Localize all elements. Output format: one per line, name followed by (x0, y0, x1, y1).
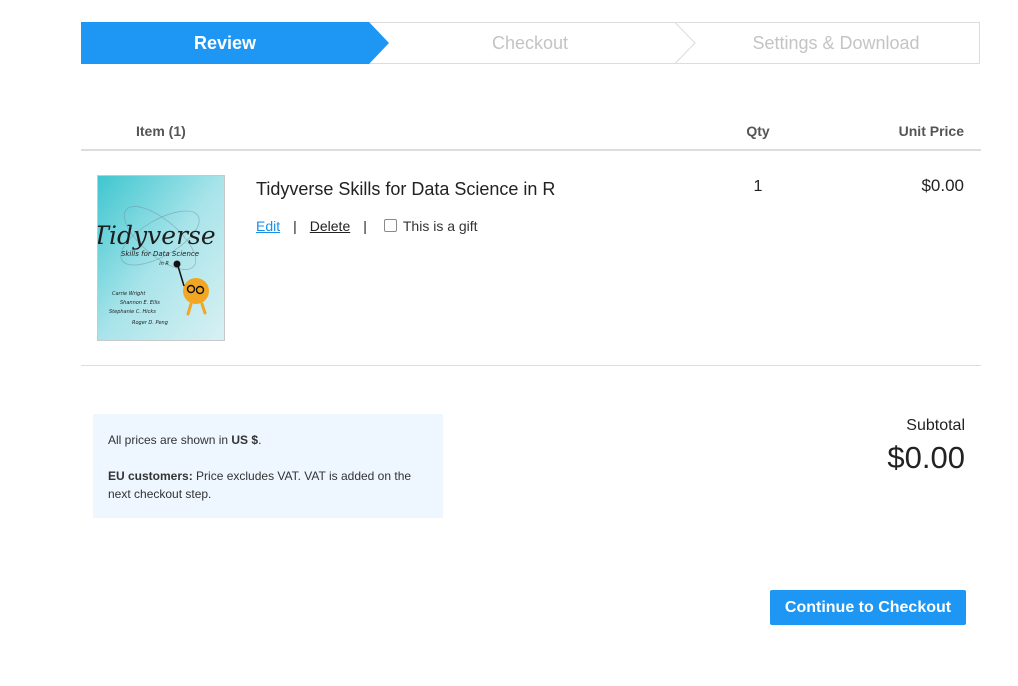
cover-author-4: Roger D. Peng (132, 320, 168, 326)
gift-checkbox[interactable] (383, 218, 397, 232)
checkout-stepper: Review Checkout Settings & Download (81, 22, 980, 64)
subtotal-label: Subtotal (906, 417, 965, 434)
item-unit-price: $0.00 (921, 176, 964, 195)
book-cover-art: Tidyverse Skills for Data Science in R C… (98, 176, 224, 340)
item-actions: Edit | Delete | This is a gift (256, 218, 478, 234)
gift-checkbox-label[interactable]: This is a gift (403, 218, 478, 234)
qty-column-header: Qty (746, 123, 770, 139)
step-settings-download[interactable]: Settings & Download (687, 22, 985, 64)
vat-note: EU customers: Price excludes VAT. VAT is… (108, 467, 428, 503)
currency-note-end: . (258, 433, 262, 447)
currency-note-text: All prices are shown in (108, 433, 232, 447)
cover-author-3: Stephanie C. Hicks (109, 309, 156, 315)
header-divider (81, 149, 981, 151)
action-separator: | (363, 218, 367, 234)
subtotal-value: $0.00 (887, 440, 965, 475)
cover-subtitle-2: in R (159, 261, 169, 267)
currency-code: US $ (231, 433, 259, 447)
action-separator: | (293, 218, 297, 234)
step-review[interactable]: Review (81, 22, 369, 64)
book-cover-image[interactable]: Tidyverse Skills for Data Science in R C… (97, 175, 225, 341)
delete-link[interactable]: Delete (310, 218, 350, 234)
item-title[interactable]: Tidyverse Skills for Data Science in R (256, 179, 555, 200)
cover-author-2: Shannon E. Ellis (120, 300, 160, 306)
step-checkout[interactable]: Checkout (381, 22, 679, 64)
item-column-header: Item (1) (136, 123, 186, 139)
currency-note: All prices are shown in US $. (108, 431, 428, 449)
cover-title: Tidyverse (98, 221, 216, 250)
unit-price-column-header: Unit Price (898, 123, 964, 139)
cover-author-1: Carrie Wright (112, 291, 146, 297)
item-qty: 1 (753, 178, 763, 195)
row-divider (81, 365, 981, 366)
vat-note-heading: EU customers: (108, 469, 193, 483)
pricing-info-box: All prices are shown in US $. EU custome… (93, 414, 443, 518)
cover-subtitle: Skills for Data Science (121, 250, 199, 258)
continue-to-checkout-button[interactable]: Continue to Checkout (770, 590, 966, 625)
edit-link[interactable]: Edit (256, 218, 280, 234)
